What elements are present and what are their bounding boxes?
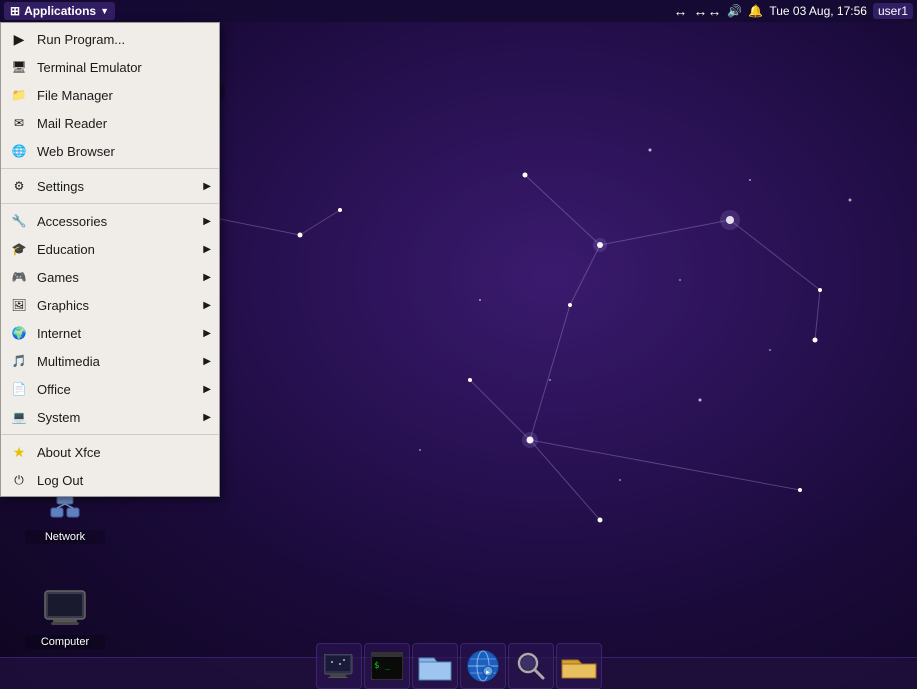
svg-text:$ _: $ _ [374,661,391,671]
menu-item-multimedia[interactable]: 🎵 Multimedia ▶ [1,347,219,375]
run-program-icon: ▶ [9,29,29,49]
menu-separator-1 [1,168,219,169]
top-panel: ⊞ Applications ▼ ↔ ↔↔ 🔊 🔔 Tue 03 Aug, 17… [0,0,917,22]
menu-item-settings-label: Settings [37,179,84,194]
system-arrow-icon: ▶ [203,412,211,423]
internet-arrow-icon: ▶ [203,328,211,339]
computer-icon [41,585,89,633]
menu-item-system[interactable]: 💻 System ▶ [1,403,219,431]
accessories-icon: 🔧 [9,211,29,231]
menu-item-education[interactable]: 🎓 Education ▶ [1,235,219,263]
dock-item-show-desktop[interactable] [316,643,362,689]
menu-item-log-out-label: Log Out [37,473,83,488]
multimedia-arrow-icon: ▶ [203,356,211,367]
menu-item-internet[interactable]: 🌍 Internet ▶ [1,319,219,347]
username-display: user1 [873,3,913,19]
menu-item-education-label: Education [37,242,95,257]
datetime-display: Tue 03 Aug, 17:56 [769,4,867,18]
menu-item-accessories[interactable]: 🔧 Accessories ▶ [1,207,219,235]
settings-arrow-icon: ▶ [203,181,211,192]
dock-item-browser[interactable]: ► [460,643,506,689]
menu-item-mail-reader[interactable]: ✉ Mail Reader [1,109,219,137]
network-label: Network [25,530,105,544]
taskbar: $ _ [0,657,917,689]
top-panel-left: ⊞ Applications ▼ [4,2,115,20]
menu-separator-2 [1,203,219,204]
settings-icon: ⚙ [9,176,29,196]
menu-arrow-icon: ▼ [100,6,109,16]
education-icon: 🎓 [9,239,29,259]
office-icon: 📄 [9,379,29,399]
applications-menu-button[interactable]: ⊞ Applications ▼ [4,2,115,20]
menu-item-mail-reader-label: Mail Reader [37,116,107,131]
top-panel-right: ↔ ↔↔ 🔊 🔔 Tue 03 Aug, 17:56 user1 [673,3,913,19]
menu-item-file-manager[interactable]: 📁 File Manager [1,81,219,109]
computer-label: Computer [25,635,105,649]
accessories-arrow-icon: ▶ [203,216,211,227]
menu-item-internet-label: Internet [37,326,81,341]
education-arrow-icon: ▶ [203,244,211,255]
notification-icon-panel: 🔔 [748,4,763,18]
mail-reader-icon: ✉ [9,113,29,133]
menu-item-about-xfce-label: About Xfce [37,445,101,460]
menu-item-terminal-label: Terminal Emulator [37,60,142,75]
menu-item-games-label: Games [37,270,79,285]
about-xfce-icon: ★ [9,442,29,462]
web-browser-icon: 🌐 [9,141,29,161]
multimedia-icon: 🎵 [9,351,29,371]
menu-item-graphics-label: Graphics [37,298,89,313]
graphics-arrow-icon: ▶ [203,300,211,311]
desktop-icon-computer[interactable]: Computer [25,585,105,649]
menu-item-file-manager-label: File Manager [37,88,113,103]
menu-item-office[interactable]: 📄 Office ▶ [1,375,219,403]
menu-item-settings[interactable]: ⚙ Settings ▶ [1,172,219,200]
games-arrow-icon: ▶ [203,272,211,283]
menu-item-about-xfce[interactable]: ★ About Xfce [1,438,219,466]
menu-item-accessories-label: Accessories [37,214,107,229]
games-icon: 🎮 [9,267,29,287]
internet-icon: 🌍 [9,323,29,343]
log-out-icon: ⏻ [9,470,29,490]
menu-item-games[interactable]: 🎮 Games ▶ [1,263,219,291]
network-icon-panel: ↔ [673,3,687,19]
dock-item-terminal[interactable]: $ _ [364,643,410,689]
dock-item-folder[interactable] [556,643,602,689]
menu-item-office-label: Office [37,382,71,397]
terminal-icon: 🖥 [9,57,29,77]
application-menu: ▶ Run Program... 🖥 Terminal Emulator 📁 F… [0,22,220,497]
dock-item-files[interactable] [412,643,458,689]
menu-item-log-out[interactable]: ⏻ Log Out [1,466,219,494]
system-icon: 💻 [9,407,29,427]
menu-item-terminal[interactable]: 🖥 Terminal Emulator [1,53,219,81]
graphics-icon: 🖼 [9,295,29,315]
dock-item-search[interactable] [508,643,554,689]
desktop: ⊞ Applications ▼ ↔ ↔↔ 🔊 🔔 Tue 03 Aug, 17… [0,0,917,689]
applications-icon: ⊞ [10,4,20,18]
office-arrow-icon: ▶ [203,384,211,395]
taskbar-dock: $ _ [316,651,602,689]
menu-item-web-browser-label: Web Browser [37,144,115,159]
svg-text:►: ► [485,670,491,676]
menu-item-multimedia-label: Multimedia [37,354,100,369]
menu-separator-3 [1,434,219,435]
menu-item-run-program-label: Run Program... [37,32,125,47]
menu-item-graphics[interactable]: 🖼 Graphics ▶ [1,291,219,319]
menu-item-web-browser[interactable]: 🌐 Web Browser [1,137,219,165]
volume-icon-panel: 🔊 [727,4,742,18]
file-manager-icon: 📁 [9,85,29,105]
menu-item-system-label: System [37,410,80,425]
applications-label: Applications [24,4,96,18]
menu-item-run-program[interactable]: ▶ Run Program... [1,25,219,53]
vpn-icon-panel: ↔↔ [693,3,721,19]
